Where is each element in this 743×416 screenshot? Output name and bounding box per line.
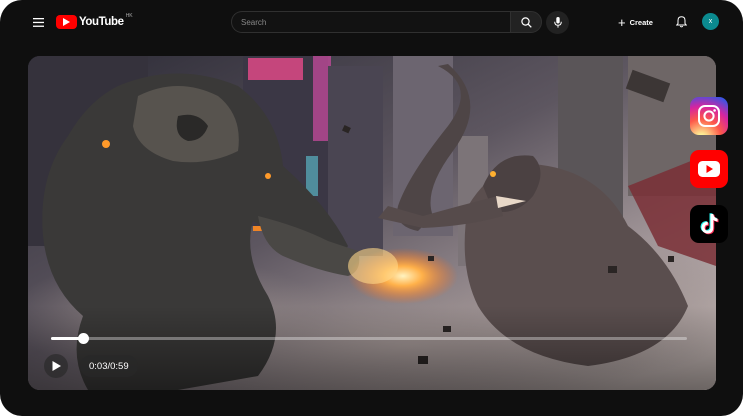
instagram-button[interactable] xyxy=(690,97,728,135)
app-window: YouTube HK + Create xyxy=(0,0,743,416)
time-display: 0:03/0:59 xyxy=(80,355,138,377)
hamburger-menu-icon xyxy=(32,17,44,27)
avatar[interactable]: x xyxy=(702,13,719,30)
instagram-icon xyxy=(698,105,720,127)
search-input[interactable] xyxy=(231,11,510,33)
play-icon xyxy=(52,361,61,371)
create-button[interactable]: + Create xyxy=(618,13,653,31)
create-label: Create xyxy=(629,17,653,27)
progress-bar[interactable] xyxy=(51,333,687,344)
search-bar xyxy=(231,11,542,33)
youtube-button[interactable] xyxy=(690,150,728,188)
youtube-logo[interactable]: YouTube HK xyxy=(56,13,133,30)
search-button[interactable] xyxy=(510,11,542,33)
youtube-play-icon xyxy=(56,15,77,29)
bell-icon xyxy=(675,16,687,28)
plus-icon: + xyxy=(618,14,626,30)
notifications-button[interactable] xyxy=(672,13,690,31)
time-text: 0:03/0:59 xyxy=(89,360,129,372)
logo-region: HK xyxy=(125,13,133,19)
top-bar: YouTube HK + Create xyxy=(0,0,743,44)
logo-text: YouTube xyxy=(79,16,124,28)
menu-button[interactable] xyxy=(28,12,48,32)
play-button[interactable] xyxy=(44,354,68,378)
search-icon xyxy=(520,16,532,28)
tiktok-button[interactable] xyxy=(690,205,728,243)
voice-search-button[interactable] xyxy=(546,11,569,34)
youtube-icon xyxy=(698,161,720,177)
tiktok-icon xyxy=(700,213,719,235)
microphone-icon xyxy=(553,17,562,28)
progress-thumb[interactable] xyxy=(77,333,89,344)
